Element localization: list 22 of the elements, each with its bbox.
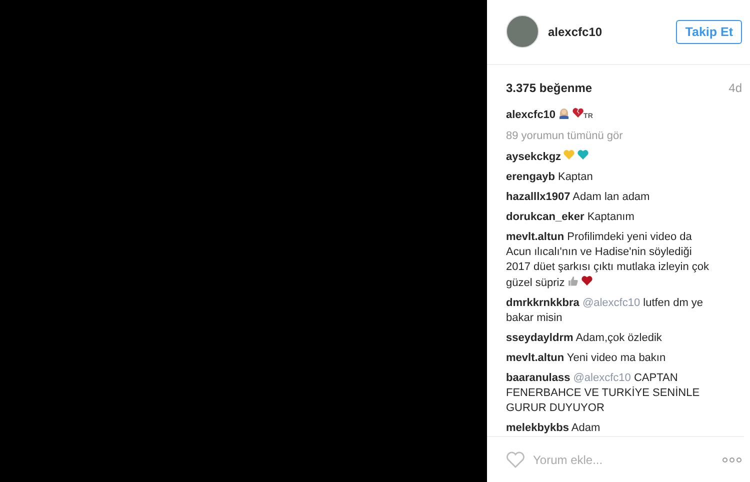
avatar[interactable] bbox=[506, 15, 539, 48]
caption-username[interactable]: alexcfc10 bbox=[506, 109, 556, 121]
post-time[interactable]: 4d bbox=[728, 81, 742, 95]
more-options-icon[interactable] bbox=[722, 456, 742, 462]
likes-count[interactable]: 3.375 beğenme bbox=[506, 81, 592, 95]
mention-link[interactable]: @alexcfc10 bbox=[573, 372, 631, 384]
comment: baaranulass @alexcfc10 CAPTAN FENERBAHCE VE TURKİYE SENİNLE GURUR DUYUYOR bbox=[506, 371, 701, 416]
comment: erengayb Kaptan bbox=[506, 170, 594, 185]
comment: melekbykbs Adam bbox=[506, 421, 602, 436]
follow-button[interactable]: Takip Et bbox=[676, 20, 742, 44]
comment: sseydayldrm Adam,çok özledik bbox=[506, 331, 663, 346]
comment: dorukcan_eker Kaptanım bbox=[506, 210, 636, 225]
view-all-comments-link[interactable]: 89 yorumun tümünü gör bbox=[506, 129, 623, 144]
person-icon bbox=[558, 107, 570, 119]
comment: hazalllx1907 Adam lan adam bbox=[506, 190, 651, 205]
thumbs-up-icon bbox=[566, 275, 579, 287]
comment: mevlt.altun Yeni video ma bakın bbox=[506, 351, 667, 366]
heart-outline-icon[interactable] bbox=[506, 451, 525, 468]
comment: aysekckgz bbox=[506, 149, 718, 165]
comment: dmrkkrnkkbra @alexcfc10 lutfen dm ye bakar misin bbox=[506, 296, 704, 326]
username[interactable]: alexcfc10 bbox=[548, 24, 676, 38]
mention-link[interactable]: @alexcfc10 bbox=[582, 297, 640, 309]
